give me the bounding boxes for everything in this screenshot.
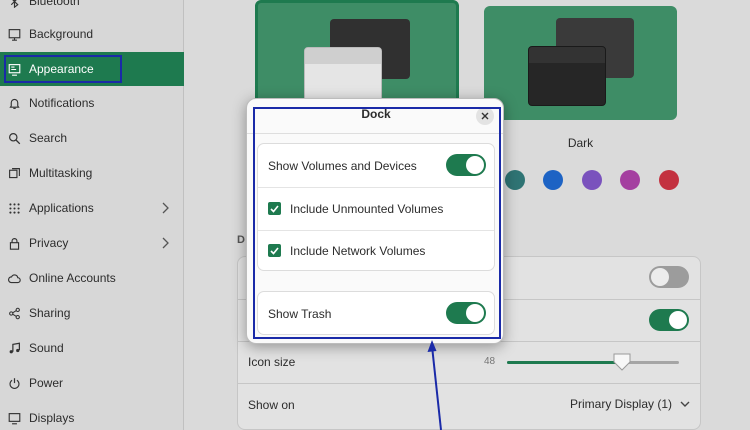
show-on-value: Primary Display (1) bbox=[570, 397, 673, 411]
sidebar-item-sound[interactable]: Sound bbox=[0, 331, 184, 365]
sidebar-item-sharing[interactable]: Sharing bbox=[0, 296, 184, 330]
autohide-toggle[interactable] bbox=[649, 266, 689, 288]
row-divider bbox=[258, 187, 494, 188]
dock-dialog: Dock Show Volumes and Devices Include Un… bbox=[246, 98, 504, 344]
show-on-label: Show on bbox=[248, 398, 295, 412]
show-volumes-toggle[interactable] bbox=[446, 154, 486, 176]
volumes-group: Show Volumes and Devices Include Unmount… bbox=[257, 143, 495, 271]
sidebar-item-label: Power bbox=[29, 376, 64, 390]
dock-section-label: D bbox=[237, 234, 245, 246]
music-icon bbox=[6, 340, 22, 356]
sidebar-item-label: Multitasking bbox=[29, 166, 93, 180]
annotation-box-appearance bbox=[4, 55, 122, 83]
accent-magenta-swatch[interactable] bbox=[620, 170, 640, 190]
multitasking-icon bbox=[6, 165, 22, 181]
checkmark-icon bbox=[270, 246, 279, 255]
sidebar-item-displays[interactable]: Displays bbox=[0, 401, 184, 430]
show-on-dropdown[interactable]: Primary Display (1) bbox=[570, 397, 690, 411]
sidebar-item-multitasking[interactable]: Multitasking bbox=[0, 156, 184, 190]
search-icon bbox=[6, 130, 22, 146]
sidebar-item-label: Search bbox=[29, 131, 68, 145]
display-icon bbox=[6, 410, 22, 426]
bluetooth-icon bbox=[6, 0, 22, 9]
include-network-checkbox[interactable] bbox=[268, 244, 281, 257]
accent-red-swatch[interactable] bbox=[659, 170, 679, 190]
chevron-right-icon bbox=[162, 237, 169, 249]
sidebar-item-label: Applications bbox=[29, 201, 94, 215]
window-preview bbox=[528, 46, 606, 106]
sidebar-item-label: Notifications bbox=[29, 96, 95, 110]
dialog-title: Dock bbox=[361, 107, 391, 121]
row-divider bbox=[237, 383, 701, 384]
icon-size-label: Icon size bbox=[248, 355, 296, 369]
include-unmounted-label: Include Unmounted Volumes bbox=[290, 202, 444, 216]
sidebar-item-label: Sound bbox=[29, 341, 64, 355]
bell-icon bbox=[6, 95, 22, 111]
panel-mode-toggle[interactable] bbox=[649, 309, 689, 331]
show-trash-toggle[interactable] bbox=[446, 302, 486, 324]
sidebar-item-background[interactable]: Background bbox=[0, 17, 184, 51]
icon-size-slider-fill bbox=[507, 361, 623, 364]
include-network-label: Include Network Volumes bbox=[290, 244, 426, 258]
style-dark-label: Dark bbox=[567, 136, 594, 150]
background-icon bbox=[6, 26, 22, 42]
sidebar-item-power[interactable]: Power bbox=[0, 366, 184, 400]
header-divider bbox=[247, 133, 503, 134]
sidebar-item-label: Privacy bbox=[29, 236, 69, 250]
style-dark-card[interactable] bbox=[484, 6, 677, 120]
sidebar-item-online-accounts[interactable]: Online Accounts bbox=[0, 261, 184, 295]
slider-thumb-handle[interactable] bbox=[612, 352, 632, 372]
sidebar-item-label: Displays bbox=[29, 411, 75, 425]
accent-purple-swatch[interactable] bbox=[582, 170, 602, 190]
row-divider bbox=[258, 230, 494, 231]
sidebar-item-search[interactable]: Search bbox=[0, 121, 184, 155]
chevron-down-icon bbox=[680, 401, 690, 407]
lock-icon bbox=[6, 235, 22, 251]
sidebar-item-label: Sharing bbox=[29, 306, 71, 320]
sidebar-item-label: Background bbox=[29, 27, 94, 41]
chevron-right-icon bbox=[162, 202, 169, 214]
icon-size-slider[interactable] bbox=[507, 353, 679, 371]
sidebar-item-notifications[interactable]: Notifications bbox=[0, 86, 184, 120]
sidebar-item-privacy[interactable]: Privacy bbox=[0, 226, 184, 260]
sidebar-item-applications[interactable]: Applications bbox=[0, 191, 184, 225]
checkmark-icon bbox=[270, 204, 279, 213]
close-button[interactable] bbox=[476, 107, 494, 125]
close-icon bbox=[481, 112, 489, 120]
icon-size-value: 48 bbox=[484, 356, 496, 367]
show-volumes-label: Show Volumes and Devices bbox=[268, 159, 417, 173]
include-unmounted-checkbox[interactable] bbox=[268, 202, 281, 215]
show-trash-label: Show Trash bbox=[268, 307, 332, 321]
sidebar-item-label: Bluetooth bbox=[29, 0, 80, 8]
accent-teal-swatch[interactable] bbox=[505, 170, 525, 190]
share-icon bbox=[6, 305, 22, 321]
sidebar-item-label: Online Accounts bbox=[29, 271, 116, 285]
sidebar-item-bluetooth[interactable]: Bluetooth bbox=[0, 0, 184, 18]
power-icon bbox=[6, 375, 22, 391]
grid-icon bbox=[6, 200, 22, 216]
cloud-icon bbox=[6, 270, 22, 286]
accent-blue-swatch[interactable] bbox=[543, 170, 563, 190]
trash-group: Show Trash bbox=[257, 291, 495, 335]
